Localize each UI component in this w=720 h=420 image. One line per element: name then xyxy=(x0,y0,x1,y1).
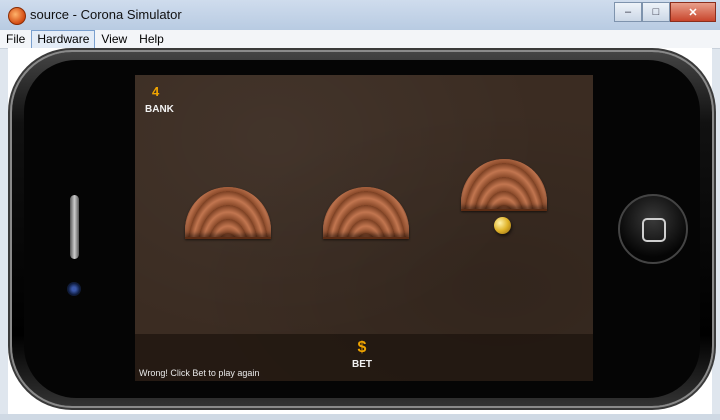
window-titlebar[interactable]: source - Corona Simulator – □ ✕ xyxy=(0,0,720,31)
close-button[interactable]: ✕ xyxy=(670,2,716,22)
menubar: File Hardware View Help xyxy=(0,30,720,49)
menu-hardware[interactable]: Hardware xyxy=(31,30,96,49)
bank-value: 4 xyxy=(152,84,160,99)
home-square-icon xyxy=(642,218,666,242)
status-message: Wrong! Click Bet to play again xyxy=(139,368,260,378)
menu-file[interactable]: File xyxy=(0,30,31,48)
bet-label: BET xyxy=(352,359,372,370)
minimize-button[interactable]: – xyxy=(614,2,642,22)
game-screen[interactable]: 4 BANK $ BET Wrong! Click Bet to play ag… xyxy=(135,75,593,381)
camera-icon xyxy=(67,282,81,296)
maximize-button[interactable]: □ xyxy=(642,2,670,22)
corona-app-icon xyxy=(8,7,26,25)
window-bottom-edge xyxy=(0,414,720,420)
speaker-grille-icon xyxy=(70,195,79,259)
bank-label: BANK xyxy=(145,104,174,115)
coin-icon xyxy=(494,217,511,234)
menu-help[interactable]: Help xyxy=(133,30,170,48)
menu-view[interactable]: View xyxy=(95,30,133,48)
window-title: source - Corona Simulator xyxy=(30,7,182,22)
shell-cup-3[interactable] xyxy=(461,159,547,211)
window-controls: – □ ✕ xyxy=(614,2,716,22)
shell-cup-1[interactable] xyxy=(185,187,271,239)
home-button-icon[interactable] xyxy=(618,194,688,264)
dollar-icon: $ xyxy=(357,339,367,356)
bet-button[interactable]: $ BET xyxy=(347,339,377,377)
shell-cup-2[interactable] xyxy=(323,187,409,239)
